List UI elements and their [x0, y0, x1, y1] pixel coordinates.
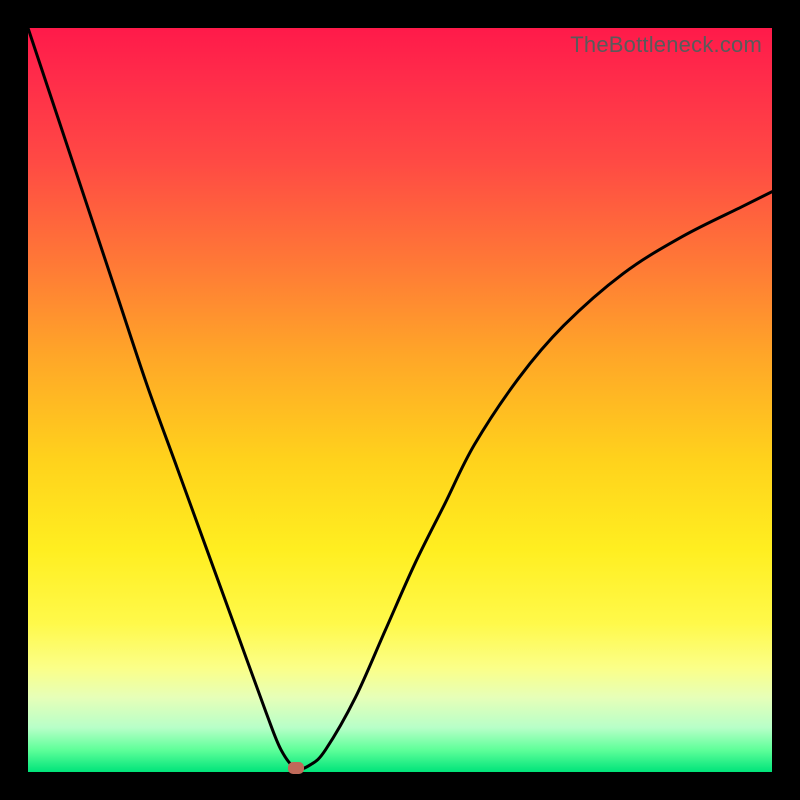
optimal-point-marker [288, 762, 304, 774]
chart-frame: TheBottleneck.com [0, 0, 800, 800]
plot-area: TheBottleneck.com [28, 28, 772, 772]
curve-layer [28, 28, 772, 772]
bottleneck-curve [28, 28, 772, 769]
